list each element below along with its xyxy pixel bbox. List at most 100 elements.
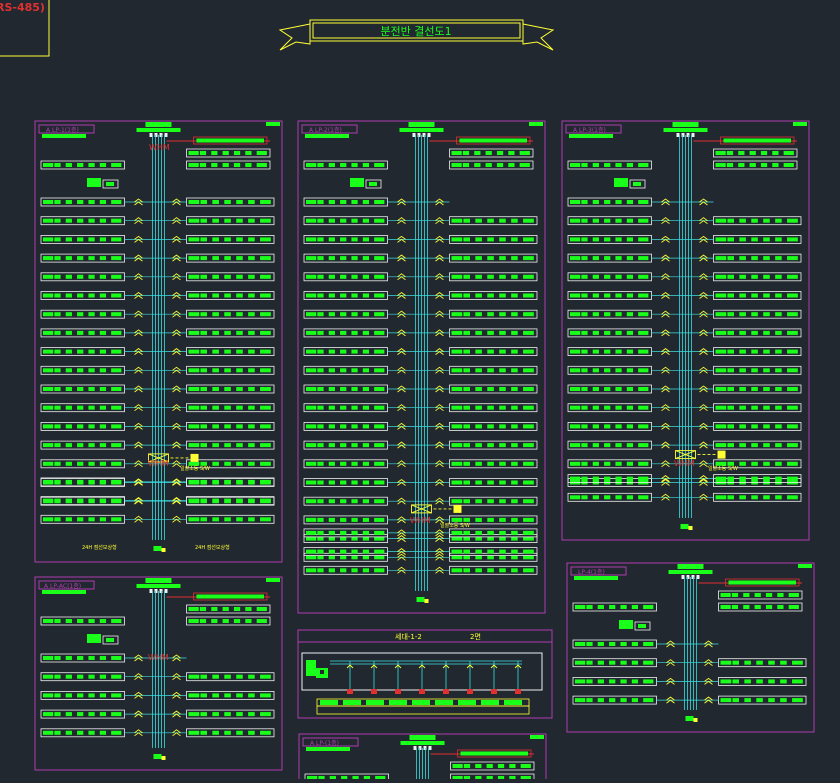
breaker-cell (65, 387, 72, 391)
breaker-cell (775, 387, 782, 391)
breaker-cell (77, 330, 84, 335)
breaker-cell (520, 764, 531, 768)
breaker-cell (751, 293, 758, 298)
breaker-cell (88, 674, 95, 679)
breaker-cell (99, 461, 107, 466)
breaker-cell (54, 693, 61, 698)
breaker-cell (738, 163, 745, 167)
breaker-cell (604, 218, 611, 223)
breaker-cell (306, 530, 317, 535)
breaker-cell (374, 330, 385, 335)
meter-fill (196, 594, 264, 599)
breaker-cell (340, 461, 347, 466)
breaker-cell (581, 200, 588, 204)
breaker-cell (763, 330, 770, 335)
breaker-cell (340, 312, 347, 317)
breaker-cell (236, 274, 243, 279)
breaker-cell (88, 498, 95, 503)
breaker-cell (188, 387, 200, 391)
breaker-cell (604, 293, 611, 298)
breaker-cell (463, 549, 470, 554)
breaker-cell (592, 218, 599, 223)
breaker-cell (715, 163, 726, 167)
breaker-cell (188, 405, 200, 410)
breaker-cell (463, 480, 470, 485)
breaker-cell (777, 605, 784, 609)
breaker-cell (212, 424, 219, 429)
breaker-cell (749, 151, 756, 155)
breaker-cell (463, 530, 470, 535)
breaker-cell (751, 476, 758, 481)
source-bar (400, 741, 445, 745)
breaker-cell (523, 218, 534, 223)
source-bar (409, 735, 436, 740)
breaker-cell (236, 368, 243, 373)
breaker-cell (451, 387, 463, 391)
breaker-cell (351, 312, 358, 317)
breaker-cell (792, 698, 803, 703)
meter-fill (459, 138, 527, 143)
terminal (417, 133, 421, 137)
breaker-cell (626, 405, 634, 410)
breaker-cell (212, 312, 219, 317)
breaker-cell (715, 368, 727, 373)
breaker-cell (351, 368, 358, 373)
breaker-cell (768, 698, 775, 703)
breaker-cell (224, 200, 231, 204)
breaker-cell (99, 256, 107, 261)
panel-lp1-label: A LP-1(1층) (46, 126, 79, 134)
breaker-cell (245, 619, 252, 623)
breaker-cell (775, 330, 782, 335)
breaker-cell (592, 349, 599, 354)
breaker-cell (463, 349, 470, 354)
breaker-cell (88, 424, 95, 429)
breaker-cell (499, 237, 506, 242)
breaker-cell (43, 200, 54, 204)
breaker-cell (487, 330, 494, 335)
breaker-cell (236, 443, 243, 448)
breaker-cell (475, 424, 482, 429)
breaker-cell (99, 498, 107, 503)
breaker-cell (487, 368, 494, 373)
breaker-cell (88, 218, 95, 223)
breaker-cell (65, 405, 72, 410)
breaker-cell (328, 530, 335, 535)
breaker-cell (720, 593, 731, 597)
breaker-cell (451, 218, 463, 223)
breaker-cell (224, 237, 231, 242)
breaker-cell (351, 530, 358, 535)
breaker-cell (65, 443, 72, 448)
breaker-cell (99, 619, 107, 623)
breaker-cell (65, 256, 72, 261)
breaker-cell (374, 517, 385, 522)
breaker-cell (511, 424, 518, 429)
breaker-cell (739, 495, 746, 500)
breaker-cell (763, 368, 770, 373)
breaker-cell (99, 693, 107, 698)
terminal-red (467, 689, 473, 694)
breaker-cell (351, 349, 358, 354)
breaker-cell (306, 517, 317, 522)
breaker-cell (499, 405, 506, 410)
corner-marker (266, 122, 280, 126)
breaker-cell (340, 200, 347, 204)
label-bar (42, 590, 86, 594)
breaker-cell (638, 495, 649, 500)
breaker-cell (248, 368, 255, 373)
terminal-red (419, 689, 425, 694)
breaker-cell (65, 237, 72, 242)
breaker-cell (236, 405, 243, 410)
breaker-cell (581, 330, 588, 335)
breaker-cell (328, 368, 335, 373)
source-bar (677, 564, 704, 569)
breaker-cell (463, 405, 470, 410)
breaker-cell (775, 312, 782, 317)
breaker-cell (99, 712, 107, 717)
sub-panel: 세대-1-2 2면 (297, 629, 553, 719)
breaker-cell (351, 387, 358, 391)
breaker-cell (188, 607, 199, 611)
breaker-cell (775, 424, 782, 429)
breaker-cell (374, 424, 385, 429)
breaker-cell (77, 424, 84, 429)
breaker-cell (260, 405, 271, 410)
